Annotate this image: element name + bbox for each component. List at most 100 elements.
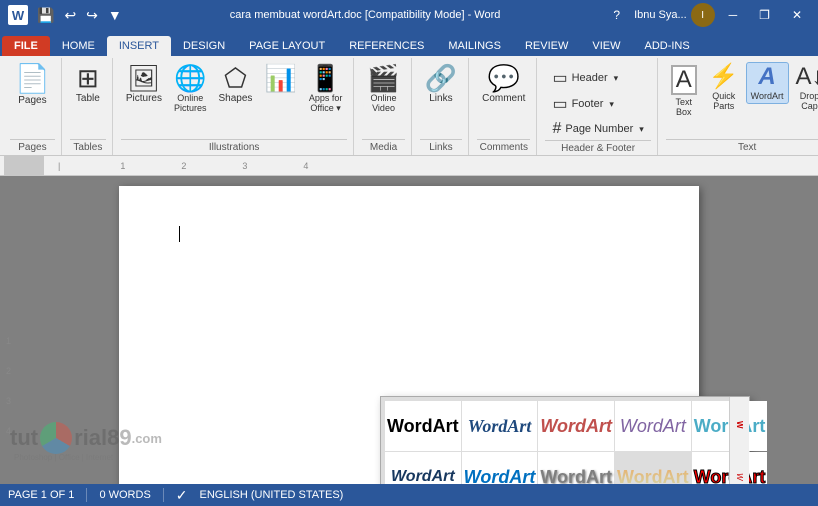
header-icon: ▭ [552, 68, 567, 88]
tab-review[interactable]: REVIEW [513, 36, 580, 56]
logo-circle [40, 422, 72, 454]
ribbon-tabs: FILE HOME INSERT DESIGN PAGE LAYOUT REFE… [0, 30, 818, 56]
status-sep-1 [86, 488, 87, 502]
pages-label: Pages [18, 95, 46, 106]
header-button[interactable]: ▭ Header ▾ [545, 66, 650, 90]
quick-access-dropdown[interactable]: ▼ [105, 5, 125, 25]
ribbon-group-pages: 📄 Pages Pages [4, 58, 62, 155]
pictures-button[interactable]: 🖼 Pictures [121, 62, 167, 107]
footer-icon: ▭ [552, 94, 567, 114]
quick-parts-label: QuickParts [712, 91, 735, 111]
wordart-style-1[interactable]: WordArt [385, 401, 461, 451]
logo-watermark: tut rial89 .com [10, 422, 162, 454]
pictures-label: Pictures [126, 93, 162, 104]
apps-icon: 📱 [309, 65, 341, 91]
wordart-style-7[interactable]: WordArt [462, 452, 538, 484]
user-area: Ibnu Sya... I [634, 3, 715, 27]
pages-group-label: Pages [10, 139, 55, 155]
pages-icon: 📄 [15, 65, 50, 93]
smartart-icon: 📊 [264, 65, 296, 91]
links-label: Links [429, 93, 452, 104]
status-sep-2 [163, 488, 164, 502]
wordart-dropdown: WordArt WordArt WordArt WordArt WordArt … [380, 396, 750, 484]
drop-cap-button[interactable]: A↓ DropCap [791, 62, 818, 114]
tab-references[interactable]: REFERENCES [337, 36, 436, 56]
help-button[interactable]: ? [605, 6, 628, 24]
quick-parts-icon: ⚡ [709, 65, 739, 89]
tab-insert[interactable]: INSERT [107, 36, 171, 56]
save-button[interactable]: 💾 [34, 5, 57, 26]
wordart-button[interactable]: A WordArt [746, 62, 789, 104]
header-label: Header [572, 72, 608, 84]
illustrations-group-label: Illustrations [121, 139, 347, 155]
close-button[interactable]: ✕ [784, 6, 810, 24]
textbox-button[interactable]: A TextBox [666, 62, 702, 120]
text-group-label: Text [666, 139, 818, 155]
pages-button[interactable]: 📄 Pages [10, 62, 55, 109]
ribbon-group-text: A TextBox ⚡ QuickParts A WordArt A↓ Drop… [660, 58, 818, 155]
page-number-button[interactable]: # Page Number ▾ [545, 118, 650, 140]
page-status: PAGE 1 OF 1 [8, 489, 74, 501]
lang-status: ENGLISH (UNITED STATES) [200, 489, 344, 501]
wordart-style-3[interactable]: WordArt [538, 401, 614, 451]
comments-group-label: Comments [477, 139, 530, 155]
tab-design[interactable]: DESIGN [171, 36, 237, 56]
title-bar-title: cara membuat wordArt.doc [Compatibility … [125, 9, 606, 21]
comment-label: Comment [482, 93, 525, 104]
links-group-label: Links [420, 139, 462, 155]
wordart-label: WordArt [751, 91, 784, 101]
comment-icon: 💬 [488, 65, 520, 91]
table-button[interactable]: ⊞ Table [70, 62, 106, 107]
text-cursor [179, 226, 180, 242]
tables-group-label: Tables [70, 139, 106, 155]
shapes-label: Shapes [219, 93, 253, 104]
table-label: Table [76, 93, 100, 104]
wordart-scrollbar[interactable]: W W W w w [729, 397, 749, 484]
links-button[interactable]: 🔗 Links [420, 62, 462, 107]
wordart-style-2[interactable]: WordArt [462, 401, 538, 451]
online-video-icon: 🎬 [367, 65, 399, 91]
page-number-label: Page Number [565, 123, 633, 135]
restore-button[interactable]: ❐ [751, 6, 778, 24]
wordart-style-4[interactable]: WordArt [615, 401, 691, 451]
header-dropdown-arrow: ▾ [614, 73, 619, 84]
ribbon-group-header-footer: ▭ Header ▾ ▭ Footer ▾ # Page Number ▾ He… [539, 58, 657, 155]
wordart-style-8[interactable]: WordArt [538, 452, 614, 484]
tab-file[interactable]: FILE [2, 36, 50, 56]
ruler-mark-1: 1 [120, 161, 125, 171]
document-area: 1 2 3 4 tut rial89 .com Photoshop | Offi… [0, 176, 818, 484]
logo-text: tut [10, 425, 38, 451]
undo-button[interactable]: ↩ [61, 5, 79, 26]
ribbon-group-illustrations: 🖼 Pictures 🌐 OnlinePictures ⬠ Shapes 📊 📱… [115, 58, 354, 155]
drop-cap-icon: A↓ [796, 65, 818, 89]
footer-button[interactable]: ▭ Footer ▾ [545, 92, 650, 116]
tab-mailings[interactable]: MAILINGS [436, 36, 513, 56]
tab-add-ins[interactable]: ADD-INS [632, 36, 701, 56]
textbox-label: TextBox [676, 97, 693, 117]
logo-subtitle: Photoshop | Office | Internet [14, 453, 113, 462]
ribbon-group-links: 🔗 Links Links [414, 58, 469, 155]
title-bar-left: W 💾 ↩ ↪ ▼ [8, 5, 125, 26]
ruler: | 1 2 3 4 [0, 156, 818, 176]
wordart-style-9[interactable]: WordArt [615, 452, 691, 484]
quick-parts-button[interactable]: ⚡ QuickParts [704, 62, 744, 114]
redo-button[interactable]: ↪ [83, 5, 101, 26]
links-icon: 🔗 [425, 65, 457, 91]
ruler-mark-3: 3 [242, 161, 247, 171]
wordart-grid: WordArt WordArt WordArt WordArt WordArt … [381, 397, 749, 484]
tab-page-layout[interactable]: PAGE LAYOUT [237, 36, 337, 56]
footer-dropdown-arrow: ▾ [609, 99, 614, 110]
smartart-button[interactable]: 📊 [259, 62, 301, 96]
online-video-button[interactable]: 🎬 OnlineVideo [362, 62, 404, 116]
shapes-icon: ⬠ [224, 65, 247, 91]
ruler-mark-4: 4 [303, 161, 308, 171]
apps-for-office-button[interactable]: 📱 Apps forOffice ▾ [304, 62, 348, 117]
comment-button[interactable]: 💬 Comment [477, 62, 530, 107]
online-pictures-button[interactable]: 🌐 OnlinePictures [169, 62, 212, 116]
minimize-button[interactable]: ─ [721, 6, 746, 24]
shapes-button[interactable]: ⬠ Shapes [214, 62, 258, 107]
words-status: 0 WORDS [99, 489, 150, 501]
tab-view[interactable]: VIEW [580, 36, 632, 56]
tab-home[interactable]: HOME [50, 36, 107, 56]
wordart-style-6[interactable]: WordArt [385, 452, 461, 484]
